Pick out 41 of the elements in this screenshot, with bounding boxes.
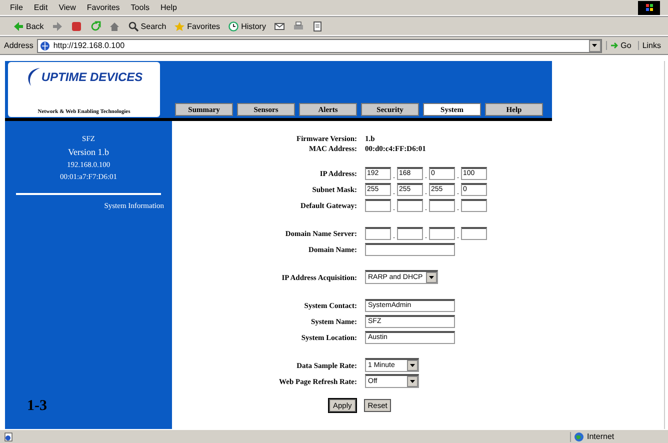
octet-field[interactable] [461, 226, 487, 240]
back-button[interactable]: Back [10, 20, 47, 32]
stop-icon [70, 20, 82, 32]
address-field[interactable]: http://192.168.0.100 [37, 38, 602, 52]
text-field[interactable] [365, 242, 455, 256]
menu-item[interactable]: Edit [34, 3, 48, 12]
menu-item[interactable]: Favorites [86, 3, 120, 12]
octet-field[interactable] [397, 198, 423, 212]
links-button[interactable]: Links [638, 41, 664, 50]
menu-item[interactable]: Help [160, 3, 177, 12]
search-button[interactable]: Search [124, 20, 170, 32]
page-number: 1-3 [27, 398, 47, 415]
right-arrow-icon [610, 41, 619, 50]
menu-item[interactable]: View [58, 3, 76, 12]
menu-item[interactable]: File [10, 3, 23, 12]
favorites-button[interactable]: Favorites [171, 20, 224, 32]
document-icon [312, 20, 323, 32]
octet-field[interactable] [365, 198, 391, 212]
windows-logo-icon [638, 0, 660, 14]
zone-label: Internet [587, 432, 614, 441]
address-label: Address [4, 41, 34, 50]
go-button[interactable]: Go [606, 41, 634, 50]
octet-field[interactable] [429, 226, 455, 240]
refresh-icon [90, 20, 101, 32]
menu-item[interactable]: Tools [130, 3, 150, 12]
left-arrow-icon [13, 20, 24, 32]
device-info: Version 1.b [68, 146, 109, 159]
search-icon [128, 20, 139, 32]
right-arrow-icon [52, 20, 63, 32]
octet-field[interactable] [397, 226, 423, 240]
octet-field[interactable] [365, 226, 391, 240]
mail-icon [274, 20, 285, 32]
octet-field[interactable] [461, 198, 487, 212]
clock-icon [228, 20, 240, 32]
logo-name: UPTIME DEVICES [41, 70, 143, 84]
octet-field[interactable] [429, 198, 455, 212]
home-icon [108, 20, 120, 32]
star-icon [174, 20, 186, 32]
printer-icon [292, 20, 304, 32]
history-button[interactable]: History [225, 20, 269, 32]
globe-icon [574, 432, 584, 442]
